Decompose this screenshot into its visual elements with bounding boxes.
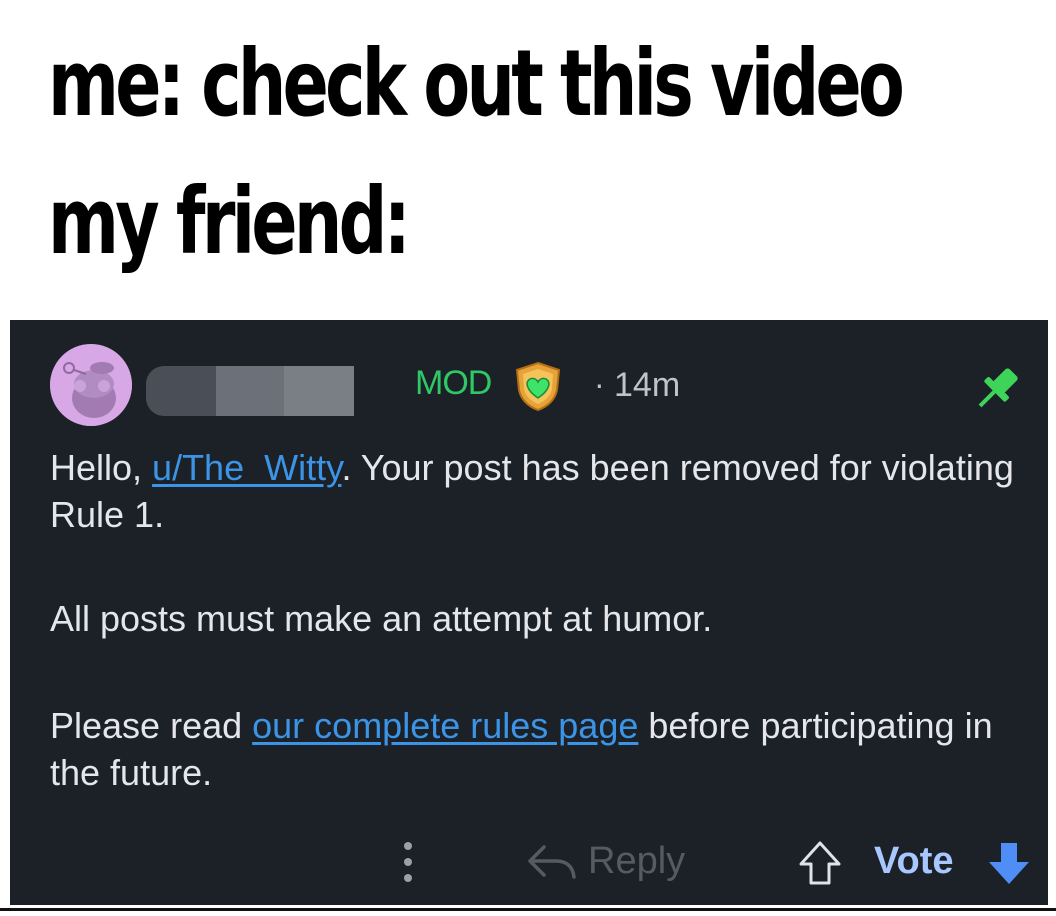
more-vertical-icon[interactable]: [398, 840, 418, 884]
upvote-icon[interactable]: [798, 840, 842, 886]
reply-label: Reply: [588, 839, 686, 882]
reddit-avatar-icon: [50, 344, 132, 426]
caption-line-2: my friend:: [48, 168, 411, 275]
bottom-border: [0, 908, 1056, 911]
please-read-text: Please read: [50, 705, 253, 746]
redacted-username: [146, 366, 354, 416]
downvote-icon[interactable]: [986, 840, 1032, 886]
reply-button[interactable]: Reply: [526, 836, 685, 886]
vote-label: Vote: [874, 840, 954, 882]
comment-paragraph-1: Hello, u/The_Witty. Your post has been r…: [50, 444, 1020, 538]
comment-paragraph-2: All posts must make an attempt at humor.: [50, 598, 713, 639]
separator-dot: ·: [594, 366, 605, 402]
rules-page-link[interactable]: our complete rules page: [252, 705, 638, 746]
greeting-text: Hello,: [50, 447, 153, 488]
meme-caption: me: check out this video my friend:: [0, 0, 1056, 318]
username-link[interactable]: u/The_Witty: [152, 447, 341, 488]
pin-icon[interactable]: [968, 360, 1026, 418]
caption-line-1: me: check out this video: [48, 30, 905, 137]
avatar[interactable]: [50, 344, 132, 426]
timestamp: 14m: [614, 366, 681, 404]
reply-icon: [528, 845, 576, 879]
mod-badge: MOD: [415, 364, 492, 402]
comment-paragraph-3: Please read our complete rules page befo…: [50, 702, 1020, 796]
mod-comment-card: MOD · 14m Hello, u/The_Witty. Your post …: [10, 320, 1048, 905]
mod-shield-icon: [515, 361, 561, 412]
